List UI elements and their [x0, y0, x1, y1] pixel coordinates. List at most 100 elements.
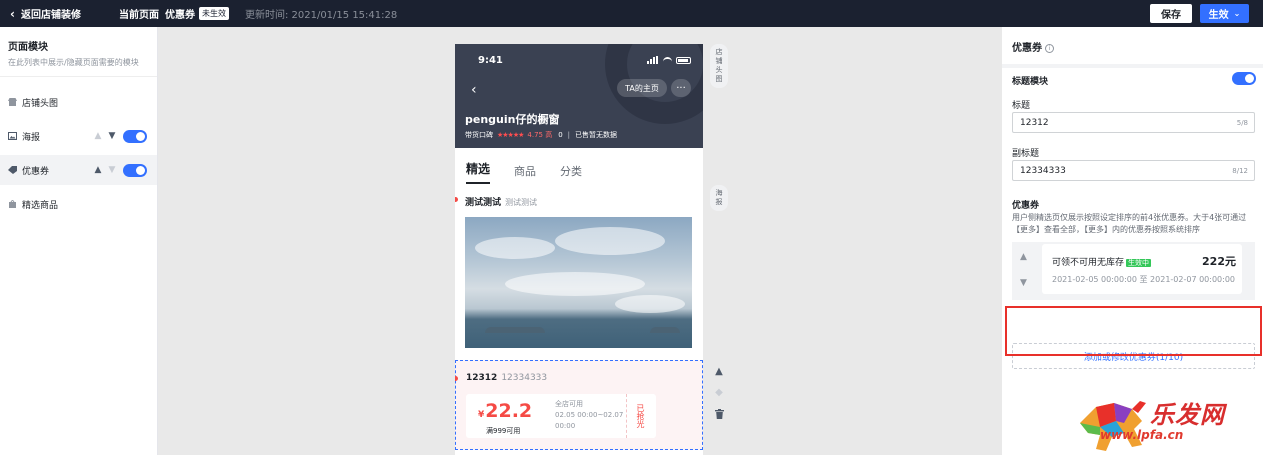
featured-title: 测试测试 测试测试	[465, 198, 538, 208]
signal-icon	[647, 56, 659, 64]
move-up-icon[interactable]: ▲	[1020, 252, 1027, 262]
watermark-text: 乐发网	[1150, 400, 1225, 429]
module-shop-header[interactable]: 店铺头图	[0, 87, 157, 117]
coupon-block-title: 12312 12334333	[466, 373, 548, 383]
coupon-scope: 全店可用	[555, 400, 583, 408]
coupon-block-subtitle: 12334333	[501, 373, 548, 383]
poster-image	[465, 217, 692, 348]
publish-label: 生效	[1208, 10, 1229, 21]
phone-preview: 9:41 ‹ TA的主页 ··· penguin仔的橱窗 带货口碑 ★★★★★ …	[455, 44, 703, 455]
shop-name: penguin仔的橱窗	[465, 113, 560, 126]
reputation-label: 带货口碑	[465, 131, 493, 139]
module-label: 店铺头图	[22, 98, 59, 109]
move-down-icon[interactable]: ◆	[715, 382, 723, 403]
poster-side-tag[interactable]: 海报	[710, 185, 728, 211]
red-dot-indicator	[455, 197, 458, 202]
publish-button[interactable]: 生效 ⌄	[1200, 4, 1249, 23]
shop-tabs: 精选 商品 分类	[455, 148, 703, 184]
title-block-toggle[interactable]	[1232, 72, 1256, 85]
image-icon	[8, 132, 17, 140]
module-coupon[interactable]: 优惠券 ▲ ▼	[0, 155, 157, 185]
status-time: 9:41	[478, 55, 503, 66]
battery-icon	[676, 56, 691, 64]
coupon-condition: 满999可用	[486, 427, 521, 435]
status-icons	[647, 56, 691, 64]
coupon-date-end: 00:00	[555, 422, 576, 430]
coupon-item-amount: 222元	[1202, 255, 1236, 268]
coupon-amount: ¥22.2	[478, 400, 533, 422]
wifi-icon	[663, 56, 672, 64]
current-page-label: 当前页面	[118, 10, 159, 21]
star-rating: ★★★★★	[497, 131, 524, 139]
chevron-left-icon: ‹	[10, 6, 15, 21]
info-icon[interactable]: i	[1045, 43, 1054, 53]
current-page-value: 优惠券	[164, 10, 195, 21]
back-to-shop-decoration-button[interactable]: ‹ 返回店铺装修	[0, 6, 81, 22]
left-panel-title: 页面模块	[8, 42, 48, 53]
featured-subtitle: 测试测试	[505, 198, 538, 207]
trash-icon[interactable]	[714, 403, 724, 424]
coupon-description: 用户侧精选页仅展示按照设定排序的前4张优惠券。大于4张可通过 【更多】查看全部，…	[1012, 213, 1247, 234]
sold-label: 已售暂无数据	[575, 131, 618, 139]
poster-visibility-toggle[interactable]	[123, 129, 147, 143]
module-label: 优惠券	[22, 166, 50, 177]
coupon-details: 全店可用 02.05 00:00~02.07 00:00	[555, 399, 623, 432]
title-field-label: 标题	[1012, 101, 1031, 111]
module-label: 精选商品	[22, 200, 59, 211]
red-dot-indicator	[455, 376, 458, 381]
tab-featured[interactable]: 精选	[466, 160, 491, 184]
coupon-item-name: 可领不可用无库存 生效中	[1052, 258, 1152, 268]
left-panel-subtitle: 在此列表中展示/隐藏页面需要的模块	[8, 58, 139, 67]
title-char-count: 5/8	[1236, 118, 1248, 127]
settings-title: 优惠券 i	[1002, 27, 1263, 64]
coupon-visibility-toggle[interactable]	[123, 163, 147, 177]
coupon-block-preview[interactable]: 12312 12334333 ¥22.2 满999可用 全店可用 02.05 00…	[455, 360, 703, 450]
move-up-icon[interactable]: ▲	[91, 165, 105, 175]
left-module-panel: 页面模块 在此列表中展示/隐藏页面需要的模块 店铺头图 海报 ▲ ▼ 优惠券 ▲…	[0, 27, 158, 455]
back-label: 返回店铺装修	[20, 10, 81, 21]
move-down-icon[interactable]: ▼	[105, 165, 119, 175]
coupon-item-date: 2021-02-05 00:00:00 至 2021-02-07 00:00:0…	[1052, 275, 1236, 284]
module-poster[interactable]: 海报 ▲ ▼	[0, 121, 157, 151]
save-button[interactable]: 保存	[1150, 4, 1192, 23]
move-down-icon[interactable]: ▼	[1020, 278, 1027, 288]
bag-icon	[8, 200, 17, 208]
shop-icon	[8, 98, 17, 106]
move-up-icon[interactable]: ▲	[715, 361, 723, 382]
updated-time: 更新时间: 2021/01/15 15:41:28	[244, 10, 398, 21]
top-bar: ‹ 返回店铺装修 当前页面 优惠券 未生效 更新时间: 2021/01/15 1…	[0, 0, 1263, 27]
shop-header-side-tag[interactable]: 店铺头图	[710, 44, 728, 88]
shop-header-preview[interactable]: 9:41 ‹ TA的主页 ··· penguin仔的橱窗 带货口碑 ★★★★★ …	[455, 44, 703, 148]
more-button[interactable]: ···	[671, 79, 691, 97]
rating-score: 4.75 高	[527, 131, 553, 139]
coupon-side-tools: ▲ ◆	[708, 361, 730, 424]
coupon-list: ▲ ▼ 可领不可用无库存 生效中 222元 2021-02-05 00:00:00…	[1012, 242, 1255, 300]
coupon-section-label: 优惠券	[1012, 201, 1040, 211]
module-label: 海报	[22, 132, 41, 143]
tab-products[interactable]: 商品	[514, 163, 536, 184]
subtitle-field-label: 副标题	[1012, 149, 1040, 159]
ta-home-button[interactable]: TA的主页	[617, 79, 667, 97]
move-up-icon[interactable]: ▲	[91, 131, 105, 141]
module-featured-products[interactable]: 精选商品	[0, 189, 157, 219]
status-badge: 未生效	[198, 7, 229, 20]
back-arrow-icon[interactable]: ‹	[471, 82, 477, 98]
title-input[interactable]: 12312 5/8	[1012, 112, 1255, 133]
tag-icon	[8, 166, 17, 174]
coupon-date-range: 02.05 00:00~02.07	[555, 411, 624, 419]
subtitle-input[interactable]: 12334333 8/12	[1012, 160, 1255, 181]
watermark-url: www.lpfa.cn	[1100, 428, 1184, 442]
title-block-label: 标题模块	[1012, 77, 1049, 87]
poster-section[interactable]: 测试测试 测试测试	[455, 186, 703, 354]
move-down-icon[interactable]: ▼	[105, 131, 119, 141]
coupon-list-item[interactable]: 可领不可用无库存 生效中 222元 2021-02-05 00:00:00 至 2…	[1042, 244, 1242, 294]
coupon-status: 已抢光	[626, 394, 654, 438]
reputation-bar: 带货口碑 ★★★★★ 4.75 高 0 | 已售暂无数据	[465, 131, 618, 139]
right-settings-panel: 优惠券 i 标题模块 标题 12312 5/8 副标题 12334333 8/12…	[1002, 27, 1263, 455]
tab-categories[interactable]: 分类	[560, 163, 582, 184]
chevron-down-icon: ⌄	[1233, 9, 1241, 18]
subtitle-char-count: 8/12	[1232, 166, 1248, 175]
sales-count: 0	[558, 131, 563, 139]
highlight-box	[1005, 306, 1262, 356]
coupon-status-tag: 生效中	[1126, 259, 1152, 267]
